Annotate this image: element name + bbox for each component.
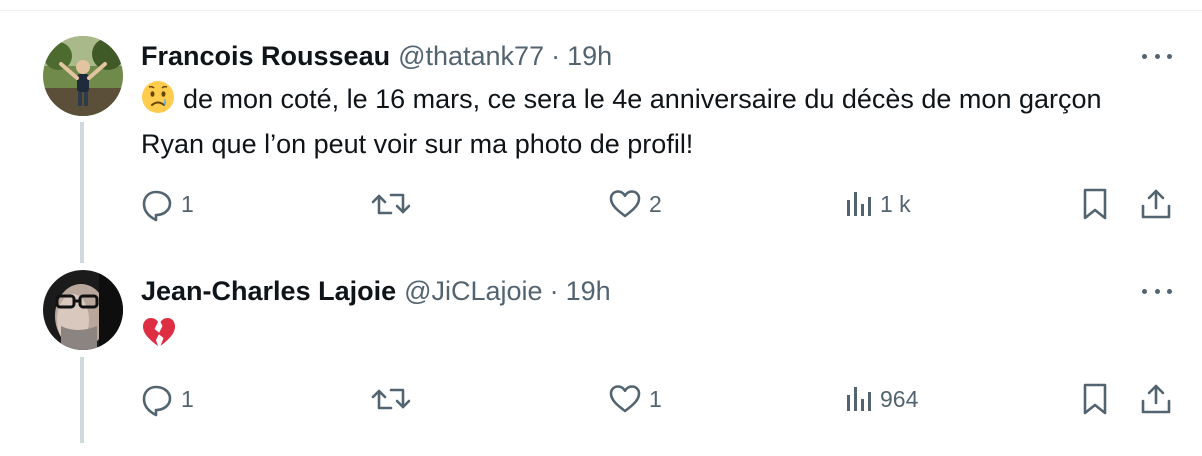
action-bar: 1 2 1 k: [0, 184, 1202, 224]
reply-count: 1: [181, 385, 194, 412]
display-name[interactable]: Francois Rousseau: [141, 41, 390, 72]
views-icon: [847, 387, 871, 411]
reply-button[interactable]: 1: [139, 379, 194, 419]
crying-face-icon: [141, 80, 175, 125]
share-button[interactable]: [1138, 379, 1174, 419]
tweet-text: de mon coté, le 16 mars, ce sera le 4e a…: [141, 80, 1151, 164]
views-count: 964: [880, 385, 919, 412]
share-icon: [1141, 384, 1171, 414]
like-icon: [609, 190, 641, 218]
display-name[interactable]: Jean-Charles Lajoie: [141, 276, 396, 307]
broken-heart-icon: [141, 315, 177, 360]
views-button[interactable]: 964: [844, 379, 918, 419]
bookmark-button[interactable]: [1078, 184, 1112, 224]
like-icon: [609, 385, 641, 413]
more-icon[interactable]: [1140, 281, 1174, 301]
bookmark-button[interactable]: [1078, 379, 1112, 419]
bookmark-icon: [1083, 383, 1107, 415]
avatar[interactable]: [43, 270, 123, 350]
tweet-header: Jean-Charles Lajoie @JiCLajoie · 19h: [141, 275, 611, 307]
more-icon[interactable]: [1140, 46, 1174, 66]
like-button[interactable]: 1: [607, 379, 662, 419]
bookmark-icon: [1083, 188, 1107, 220]
views-button[interactable]: 1 k: [844, 184, 911, 224]
share-icon: [1141, 189, 1171, 219]
timestamp[interactable]: 19h: [566, 276, 611, 307]
like-count: 1: [649, 385, 662, 412]
retweet-icon: [371, 388, 411, 410]
like-count: 2: [649, 190, 662, 217]
timestamp[interactable]: 19h: [567, 41, 612, 72]
user-handle[interactable]: @JiCLajoie: [404, 276, 542, 307]
tweet-text: [141, 315, 1151, 360]
reply-count: 1: [181, 190, 194, 217]
tweet-header: Francois Rousseau @thatank77 · 19h: [141, 40, 612, 72]
reply-button[interactable]: 1: [139, 184, 194, 224]
tweet[interactable]: Francois Rousseau @thatank77 · 19h de mo…: [0, 30, 1202, 265]
retweet-button[interactable]: [371, 379, 417, 419]
retweet-icon: [371, 193, 411, 215]
reply-icon: [142, 385, 172, 417]
like-button[interactable]: 2: [607, 184, 662, 224]
share-button[interactable]: [1138, 184, 1174, 224]
top-divider: [0, 10, 1202, 11]
views-icon: [847, 192, 871, 216]
action-bar: 1 1 964: [0, 379, 1202, 419]
tweet-text-content: de mon coté, le 16 mars, ce sera le 4e a…: [141, 84, 1102, 159]
user-handle[interactable]: @thatank77: [398, 41, 544, 72]
separator: ·: [549, 275, 559, 306]
reply-icon: [142, 190, 172, 222]
separator: ·: [551, 40, 561, 71]
views-count: 1 k: [880, 190, 911, 217]
avatar[interactable]: [43, 36, 123, 116]
tweet[interactable]: Jean-Charles Lajoie @JiCLajoie · 19h 1 1…: [0, 265, 1202, 456]
retweet-button[interactable]: [371, 184, 417, 224]
